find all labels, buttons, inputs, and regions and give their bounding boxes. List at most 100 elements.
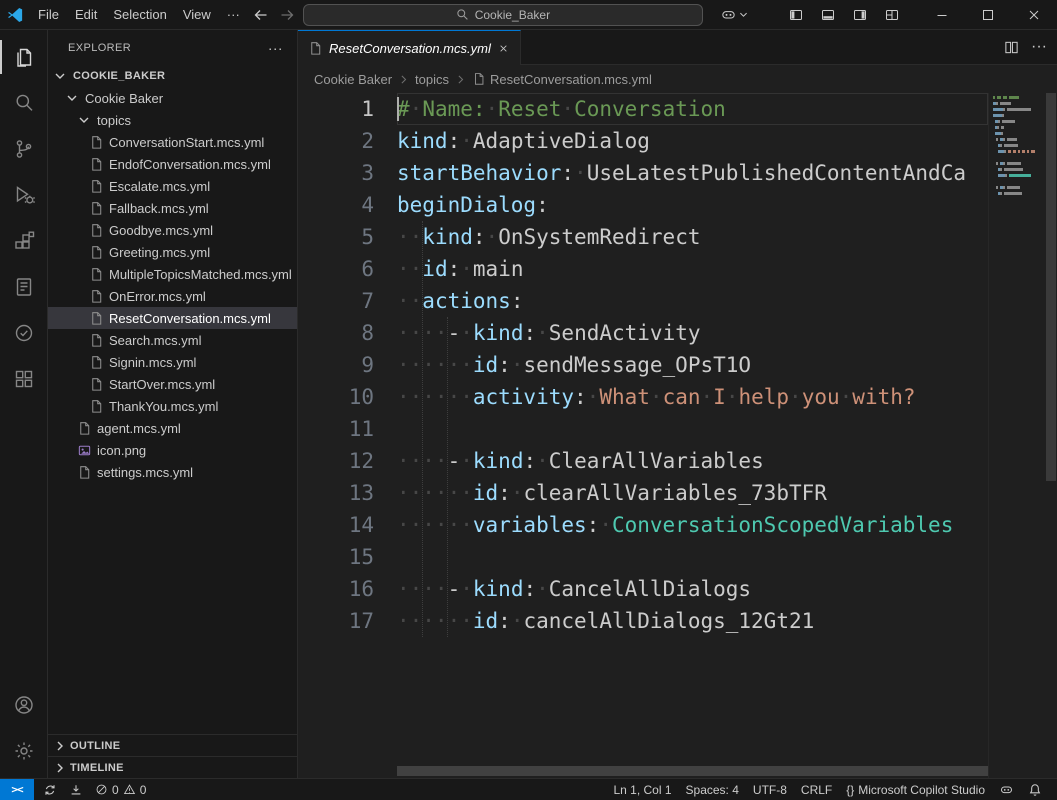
breadcrumb-folder[interactable]: Cookie Baker: [314, 72, 392, 87]
breadcrumb-subfolder[interactable]: topics: [415, 72, 449, 87]
search-box[interactable]: Cookie_Baker: [303, 4, 703, 26]
tree-item-greeting-mcs-yml[interactable]: Greeting.mcs.yml: [48, 241, 297, 263]
customize-layout-button[interactable]: [879, 2, 905, 28]
copilot-status-button[interactable]: [992, 779, 1021, 800]
code-line-11[interactable]: 11: [298, 413, 988, 445]
code-line-13[interactable]: 13······id:·clearAllVariables_73bTFR: [298, 477, 988, 509]
tree-item-goodbye-mcs-yml[interactable]: Goodbye.mcs.yml: [48, 219, 297, 241]
encoding-status[interactable]: UTF-8: [746, 779, 794, 800]
menu-file[interactable]: File: [30, 4, 67, 26]
activity-accounts[interactable]: [0, 682, 48, 728]
code-line-7[interactable]: 7··actions:: [298, 285, 988, 317]
code-line-2[interactable]: 2kind:·AdaptiveDialog: [298, 125, 988, 157]
code-line-8[interactable]: 8····-·kind:·SendActivity: [298, 317, 988, 349]
breadcrumb: Cookie Baker topics ResetConversation.mc…: [298, 65, 1057, 93]
indentation-status[interactable]: Spaces: 4: [679, 779, 746, 800]
forward-button[interactable]: [274, 2, 300, 28]
code-line-3[interactable]: 3startBehavior:·UseLatestPublishedConten…: [298, 157, 988, 189]
tree-item-settings-mcs-yml[interactable]: settings.mcs.yml: [48, 461, 297, 483]
sync-status-button[interactable]: [37, 779, 63, 800]
activity-extensions[interactable]: [0, 218, 48, 264]
language-mode[interactable]: {} Microsoft Copilot Studio: [839, 779, 992, 800]
code-line-5[interactable]: 5··kind:·OnSystemRedirect: [298, 221, 988, 253]
tree-item-conversationstart-mcs-yml[interactable]: ConversationStart.mcs.yml: [48, 131, 297, 153]
minimap-content[interactable]: [988, 93, 1045, 778]
activity-manage[interactable]: [0, 728, 48, 774]
line-number: 15: [298, 541, 374, 573]
toggle-secondary-sidebar-button[interactable]: [847, 2, 873, 28]
copilot-icon: [720, 6, 737, 23]
tree-item-label: EndofConversation.mcs.yml: [109, 157, 271, 172]
code-line-9[interactable]: 9······id:·sendMessage_OPsT1O: [298, 349, 988, 381]
notifications-button[interactable]: [1021, 779, 1049, 800]
horizontal-scrollbar[interactable]: [397, 766, 988, 776]
status-bar-right: Ln 1, Col 1 Spaces: 4 UTF-8 CRLF {} Micr…: [606, 779, 1057, 800]
back-button[interactable]: [248, 2, 274, 28]
download-icon: [69, 783, 83, 797]
code-line-16[interactable]: 16····-·kind:·CancelAllDialogs: [298, 573, 988, 605]
activity-agents-toolkit[interactable]: [0, 356, 48, 402]
tree-item-icon-png[interactable]: icon.png: [48, 439, 297, 461]
line-number: 12: [298, 445, 374, 477]
outline-panel-header[interactable]: OUTLINE: [48, 734, 297, 756]
tree-item-search-mcs-yml[interactable]: Search.mcs.yml: [48, 329, 297, 351]
workspace-root[interactable]: COOKIE_BAKER: [48, 65, 297, 87]
activity-source-control[interactable]: [0, 126, 48, 172]
tree-item-agent-mcs-yml[interactable]: agent.mcs.yml: [48, 417, 297, 439]
activity-run-and-debug[interactable]: [0, 172, 48, 218]
breadcrumb-file[interactable]: ResetConversation.mcs.yml: [472, 72, 652, 87]
menu-more[interactable]: ···: [219, 4, 248, 26]
tree-item-fallback-mcs-yml[interactable]: Fallback.mcs.yml: [48, 197, 297, 219]
tab-close-icon[interactable]: [497, 42, 510, 55]
code-line-17[interactable]: 17······id:·cancelAllDialogs_12Gt21: [298, 605, 988, 637]
toggle-panel-button[interactable]: [815, 2, 841, 28]
tree-item-escalate-mcs-yml[interactable]: Escalate.mcs.yml: [48, 175, 297, 197]
timeline-panel-header[interactable]: TIMELINE: [48, 756, 297, 778]
code-line-15[interactable]: 15: [298, 541, 988, 573]
download-status-button[interactable]: [63, 779, 89, 800]
split-editor-button[interactable]: [1004, 40, 1019, 55]
toggle-sidebar-button[interactable]: [783, 2, 809, 28]
vertical-scrollbar[interactable]: [1045, 93, 1057, 778]
menu-view[interactable]: View: [175, 4, 219, 26]
editor[interactable]: 1#·Name:·Reset·Conversation2kind:·Adapti…: [298, 93, 1057, 778]
tree-item-resetconversation-mcs-yml[interactable]: ResetConversation.mcs.yml: [48, 307, 297, 329]
code-line-14[interactable]: 14 ······variables:·ConversationScopedVar…: [298, 509, 988, 541]
tree-item-signin-mcs-yml[interactable]: Signin.mcs.yml: [48, 351, 297, 373]
minimize-button[interactable]: [919, 0, 965, 30]
tree-item-startover-mcs-yml[interactable]: StartOver.mcs.yml: [48, 373, 297, 395]
line-text: #·Name:·Reset·Conversation: [397, 93, 988, 125]
cursor-position[interactable]: Ln 1, Col 1: [606, 779, 678, 800]
line-text: ······variables:·ConversationScopedVaria…: [397, 509, 988, 541]
tree-item-endofconversation-mcs-yml[interactable]: EndofConversation.mcs.yml: [48, 153, 297, 175]
menu-selection[interactable]: Selection: [105, 4, 174, 26]
tree-item-cookie-baker[interactable]: Cookie Baker: [48, 87, 297, 109]
activity-testing[interactable]: [0, 310, 48, 356]
menu-edit[interactable]: Edit: [67, 4, 105, 26]
line-text: ······id:·sendMessage_OPsT1O: [397, 349, 988, 381]
problems-button[interactable]: 0 0: [89, 779, 152, 800]
maximize-button[interactable]: [965, 0, 1011, 30]
yaml-file-icon: [88, 266, 104, 282]
code-line-12[interactable]: 12····-·kind:·ClearAllVariables: [298, 445, 988, 477]
activity-copilot-studio[interactable]: [0, 264, 48, 310]
tab-resetconversation[interactable]: ResetConversation.mcs.yml: [298, 30, 521, 65]
tree-item-multipletopicsmatched-mcs-yml[interactable]: MultipleTopicsMatched.mcs.yml: [48, 263, 297, 285]
remote-indicator[interactable]: ><: [0, 779, 34, 800]
status-bar: >< 0 0: [0, 778, 1057, 800]
copilot-menu-button[interactable]: [714, 6, 755, 23]
code-line-6[interactable]: 6··id:·main: [298, 253, 988, 285]
line-number: 14: [298, 509, 374, 541]
tree-item-onerror-mcs-yml[interactable]: OnError.mcs.yml: [48, 285, 297, 307]
tree-item-topics[interactable]: topics: [48, 109, 297, 131]
more-actions-button[interactable]: ···: [1031, 38, 1047, 56]
code-line-10[interactable]: 10······activity:·What·can·I·help·you·wi…: [298, 381, 988, 413]
close-button[interactable]: [1011, 0, 1057, 30]
tree-item-thankyou-mcs-yml[interactable]: ThankYou.mcs.yml: [48, 395, 297, 417]
activity-search[interactable]: [0, 80, 48, 126]
code-line-1[interactable]: 1#·Name:·Reset·Conversation: [298, 93, 988, 125]
activity-explorer[interactable]: [0, 34, 48, 80]
code-line-4[interactable]: 4beginDialog:: [298, 189, 988, 221]
explorer-more-actions-button[interactable]: ···: [264, 40, 287, 56]
eol-status[interactable]: CRLF: [794, 779, 839, 800]
